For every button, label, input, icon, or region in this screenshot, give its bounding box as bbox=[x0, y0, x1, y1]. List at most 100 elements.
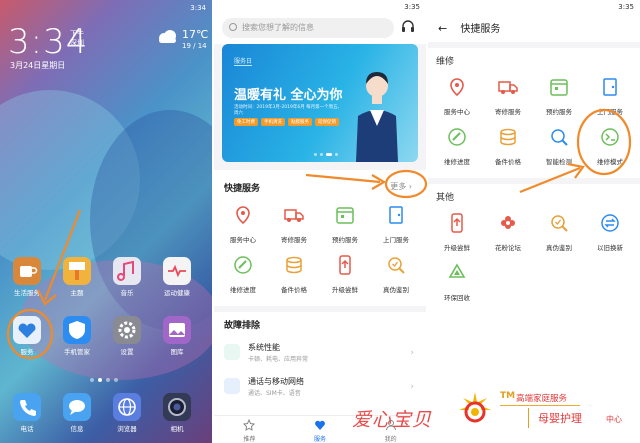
status-time: 3:35 bbox=[618, 3, 634, 11]
service-shortcut[interactable]: 维修进度 bbox=[218, 254, 268, 294]
shortcut-label: 升级尝鲜 bbox=[332, 286, 358, 294]
service-shortcut[interactable]: 寄修服务 bbox=[269, 204, 319, 244]
service-shortcut[interactable]: 真伪鉴别 bbox=[534, 212, 584, 252]
fault-title: 系统性能 bbox=[248, 343, 280, 352]
smart-detect-icon bbox=[551, 129, 568, 146]
app-launcher[interactable]: 图库 bbox=[160, 316, 194, 356]
phone-icon bbox=[20, 400, 36, 416]
app-launcher[interactable]: 运动健康 bbox=[160, 257, 194, 297]
app-launcher[interactable]: 服务 bbox=[10, 316, 44, 356]
system-performance-icon bbox=[224, 344, 240, 360]
tab-recommend[interactable]: 推荐 bbox=[219, 416, 279, 443]
status-time: 3:34 bbox=[190, 4, 206, 12]
service-shortcut[interactable]: 服务中心 bbox=[432, 76, 482, 116]
sun-logo-icon bbox=[459, 392, 491, 423]
app-launcher[interactable]: 生活服务 bbox=[10, 257, 44, 297]
back-arrow-icon[interactable]: ← bbox=[438, 22, 447, 35]
wrench-progress-icon bbox=[448, 128, 466, 146]
shortcut-label: 寄修服务 bbox=[281, 236, 307, 244]
gallery-icon bbox=[169, 323, 185, 337]
app-label: 信息 bbox=[70, 425, 84, 433]
service-shortcut[interactable]: 寄修服务 bbox=[483, 76, 533, 116]
fault-item-call[interactable]: 通话与移动网络 通话、SIM卡、语音 › bbox=[214, 372, 426, 402]
search-icon bbox=[229, 23, 237, 31]
app-label: 手机管家 bbox=[64, 348, 90, 356]
gear-icon bbox=[118, 321, 136, 339]
search-input[interactable]: 搜索您想了解的信息 bbox=[222, 18, 394, 38]
service-shortcut[interactable]: 真伪鉴别 bbox=[371, 254, 421, 294]
banner-chip: 免工时费 bbox=[234, 118, 258, 126]
theme-brush-icon bbox=[69, 262, 85, 280]
app-label: 主题 bbox=[70, 289, 84, 297]
shortcut-label: 环保回收 bbox=[444, 294, 470, 302]
service-shortcut[interactable]: 维修进度 bbox=[432, 126, 482, 166]
service-shortcut[interactable]: 升级尝鲜 bbox=[320, 254, 370, 294]
headset-icon[interactable] bbox=[400, 19, 416, 35]
service-shortcut[interactable]: 以旧换新 bbox=[585, 212, 635, 252]
service-shortcut[interactable]: 维修模式 bbox=[585, 126, 635, 166]
app-launcher[interactable]: 设置 bbox=[110, 316, 144, 356]
coins-icon bbox=[286, 256, 302, 274]
app-label: 设置 bbox=[120, 348, 134, 356]
shortcut-label: 真伪鉴别 bbox=[546, 244, 572, 252]
shortcut-label: 预约服务 bbox=[546, 108, 572, 116]
app-launcher[interactable]: 浏览器 bbox=[110, 393, 144, 433]
tab-label: 我的 bbox=[384, 436, 397, 443]
app-label: 服务 bbox=[20, 348, 34, 356]
service-shortcut[interactable]: 环保回收 bbox=[432, 262, 482, 302]
delivery-truck-icon bbox=[498, 81, 518, 94]
verify-search-icon bbox=[551, 215, 568, 232]
chevron-right-icon: › bbox=[410, 348, 414, 358]
app-label: 运动健康 bbox=[164, 289, 190, 297]
cup-icon bbox=[20, 266, 38, 277]
banner-chip: 贴膜服务 bbox=[288, 118, 312, 126]
fault-title: 通话与移动网络 bbox=[248, 377, 304, 386]
watermark-company: 高端家庭服务 bbox=[516, 394, 568, 404]
service-shortcut[interactable]: 预约服务 bbox=[320, 204, 370, 244]
shortcut-label: 维修进度 bbox=[444, 158, 470, 166]
service-shortcut[interactable]: 服务中心 bbox=[218, 204, 268, 244]
watermark-brand: 爱心宝贝 bbox=[352, 409, 433, 431]
banner-tag: 服务日 bbox=[234, 58, 253, 66]
status-time: 3:35 bbox=[404, 3, 420, 11]
banner-chips: 免工时费 手机清洗 贴膜服务 延保促销 bbox=[234, 118, 339, 126]
app-launcher[interactable]: 电话 bbox=[10, 393, 44, 433]
app-launcher[interactable]: 主题 bbox=[60, 257, 94, 297]
watermark-sub2: 中心 bbox=[606, 415, 622, 424]
call-network-icon bbox=[224, 378, 240, 394]
page-title: 快捷服务 bbox=[460, 24, 501, 35]
app-launcher[interactable]: 手机管家 bbox=[60, 316, 94, 356]
watermark-sub: 母婴护理 bbox=[538, 412, 582, 425]
status-bar: 3:35 bbox=[214, 0, 426, 14]
service-shortcut[interactable]: 备件价格 bbox=[483, 126, 533, 166]
message-icon bbox=[69, 400, 85, 415]
shortcut-label: 寄修服务 bbox=[495, 108, 521, 116]
shortcut-label: 预约服务 bbox=[332, 236, 358, 244]
app-launcher[interactable]: 音乐 bbox=[110, 257, 144, 297]
page-header: ← 快捷服务 bbox=[438, 20, 500, 35]
app-launcher[interactable]: 相机 bbox=[160, 393, 194, 433]
app-label: 音乐 bbox=[120, 289, 134, 297]
shortcut-label: 备件价格 bbox=[495, 158, 521, 166]
service-shortcut[interactable]: 备件价格 bbox=[269, 254, 319, 294]
fault-item-system[interactable]: 系统性能 卡顿、耗电、应用异常 › bbox=[214, 338, 426, 368]
app-launcher[interactable]: 信息 bbox=[60, 393, 94, 433]
app-label: 浏览器 bbox=[117, 425, 137, 433]
section-repair-title: 维修 bbox=[436, 57, 455, 67]
banner-subtitle: 活动时间：2019年3月-2019年6月 每月第一个周五、周六 bbox=[234, 105, 343, 116]
promo-banner[interactable]: 服务日 温暖有礼 全心为你 活动时间：2019年3月-2019年6月 每月第一个… bbox=[222, 44, 418, 162]
recycle-icon bbox=[448, 263, 466, 278]
more-link[interactable]: 更多 › bbox=[390, 181, 412, 192]
troubleshoot-title: 故障排除 bbox=[224, 321, 261, 331]
service-shortcut[interactable]: 升级尝鲜 bbox=[432, 212, 482, 252]
service-shortcut[interactable]: 上门服务 bbox=[371, 204, 421, 244]
temperature-range: 19 / 14 bbox=[182, 42, 207, 50]
service-shortcut[interactable]: 花粉论坛 bbox=[483, 212, 533, 252]
service-shortcut[interactable]: 上门服务 bbox=[585, 76, 635, 116]
shortcut-label: 上门服务 bbox=[383, 236, 409, 244]
tab-service[interactable]: 服务 bbox=[290, 416, 350, 443]
service-shortcut[interactable]: 预约服务 bbox=[534, 76, 584, 116]
shortcut-label: 升级尝鲜 bbox=[444, 244, 470, 252]
service-shortcut[interactable]: 智能检测 bbox=[534, 126, 584, 166]
cloudy-weather-icon[interactable] bbox=[156, 30, 178, 44]
